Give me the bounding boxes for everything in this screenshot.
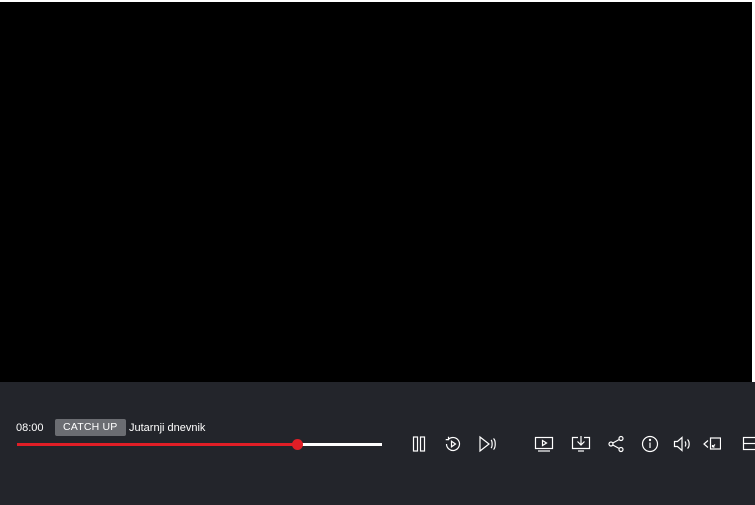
skip-forward-icon[interactable] [477,434,497,454]
pause-icon[interactable] [409,434,429,454]
video-area[interactable] [0,2,752,382]
replay-icon[interactable] [443,434,463,454]
progress-bar[interactable] [17,439,382,450]
progress-handle[interactable] [291,439,303,450]
share-icon[interactable] [606,434,626,454]
volume-icon[interactable] [672,434,692,454]
info-icon[interactable] [640,434,660,454]
download-icon[interactable] [571,434,591,454]
progress-fill [17,443,297,446]
start-time: 08:00 [16,422,44,434]
fullscreen-icon[interactable] [741,434,755,454]
cast-icon[interactable] [701,434,721,454]
tv-guide-icon[interactable] [534,434,554,454]
catch-up-badge: CATCH UP [55,419,126,436]
program-title: Jutarnji dnevnik [129,422,206,434]
